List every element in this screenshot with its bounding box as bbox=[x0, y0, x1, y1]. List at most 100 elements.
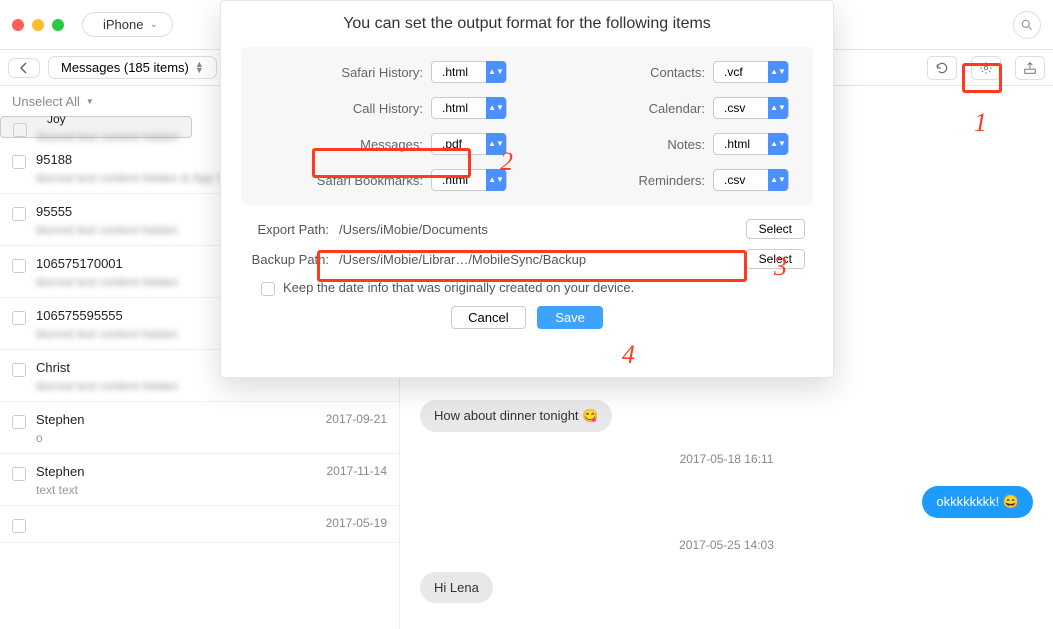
safari-bookmarks-select[interactable]: .html▲▼ bbox=[431, 169, 507, 191]
checkbox[interactable] bbox=[12, 207, 26, 221]
chevron-left-icon bbox=[19, 62, 29, 74]
checkbox[interactable] bbox=[12, 259, 26, 273]
backup-path-select[interactable]: Select bbox=[746, 249, 805, 269]
conv-snippet: text text bbox=[36, 483, 387, 497]
select-value: .html bbox=[714, 137, 768, 151]
notes-select[interactable]: .html▲▼ bbox=[713, 133, 789, 155]
checkbox[interactable] bbox=[13, 123, 27, 137]
conv-title: 95188 bbox=[36, 152, 72, 167]
conv-date: 2017-09-21 bbox=[326, 412, 387, 427]
field-label: Safari Bookmarks: bbox=[317, 173, 423, 188]
message-in: Hi Lena bbox=[420, 572, 493, 603]
device-selector[interactable]: iPhone ⌄ bbox=[82, 12, 173, 37]
list-item[interactable]: Stephen 2017-11-14 text text bbox=[0, 454, 399, 506]
modal-title: You can set the output format for the fo… bbox=[241, 15, 813, 33]
call-history-select[interactable]: .html▲▼ bbox=[431, 97, 507, 119]
up-down-icon: ▲▼ bbox=[486, 97, 506, 119]
select-value: .html bbox=[432, 65, 486, 79]
keep-date-label: Keep the date info that was originally c… bbox=[283, 280, 634, 295]
up-down-icon: ▲▼ bbox=[195, 62, 204, 73]
conv-date: 2017-11-14 bbox=[327, 464, 388, 479]
list-item[interactable]: 2017-05-19 bbox=[0, 506, 399, 543]
chevron-down-icon: ⌄ bbox=[149, 19, 157, 30]
minimize-window[interactable] bbox=[32, 19, 44, 31]
export-path-row: Export Path: /Users/iMobie/Documents Sel… bbox=[249, 219, 805, 239]
checkbox[interactable] bbox=[12, 415, 26, 429]
conv-date bbox=[125, 116, 179, 126]
conv-title: Christ bbox=[36, 360, 70, 375]
zoom-window[interactable] bbox=[52, 19, 64, 31]
safari-history-select[interactable]: .html▲▼ bbox=[431, 61, 507, 83]
up-down-icon: ▲▼ bbox=[486, 133, 506, 155]
field-label: Reminders: bbox=[639, 173, 705, 188]
up-down-icon: ▲▼ bbox=[486, 169, 506, 191]
message-out: okkkkkkkk! 😄 bbox=[922, 486, 1033, 518]
refresh-icon bbox=[935, 61, 949, 75]
window-controls bbox=[12, 19, 64, 31]
list-item[interactable]: Joy blurred text content hidden bbox=[0, 116, 192, 138]
save-button[interactable]: Save bbox=[537, 306, 603, 329]
close-window[interactable] bbox=[12, 19, 24, 31]
timestamp: 2017-05-18 16:11 bbox=[420, 452, 1033, 466]
search-button[interactable] bbox=[1013, 11, 1041, 39]
export-button[interactable] bbox=[1015, 56, 1045, 80]
path-label: Export Path: bbox=[249, 222, 329, 237]
settings-button[interactable] bbox=[971, 56, 1001, 80]
gear-icon bbox=[979, 61, 993, 75]
conv-title: Joy bbox=[37, 116, 91, 126]
export-icon bbox=[1023, 61, 1037, 75]
select-value: .csv bbox=[714, 173, 768, 187]
back-button[interactable] bbox=[8, 58, 40, 78]
export-path-value: /Users/iMobie/Documents bbox=[339, 222, 736, 237]
conv-title: 106575595555 bbox=[36, 308, 123, 323]
timestamp: 2017-05-25 14:03 bbox=[420, 538, 1033, 552]
format-grid: Safari History:.html▲▼ Contacts:.vcf▲▼ C… bbox=[241, 47, 813, 205]
dropdown-icon: ▼ bbox=[86, 97, 94, 106]
reminders-select[interactable]: .csv▲▼ bbox=[713, 169, 789, 191]
checkbox[interactable] bbox=[12, 155, 26, 169]
up-down-icon: ▲▼ bbox=[768, 169, 788, 191]
breadcrumb[interactable]: Messages (185 items) ▲▼ bbox=[48, 56, 217, 79]
checkbox[interactable] bbox=[12, 311, 26, 325]
calendar-select[interactable]: .csv▲▼ bbox=[713, 97, 789, 119]
up-down-icon: ▲▼ bbox=[768, 133, 788, 155]
up-down-icon: ▲▼ bbox=[486, 61, 506, 83]
field-label: Contacts: bbox=[650, 65, 705, 80]
message-in: How about dinner tonight 😋 bbox=[420, 400, 612, 432]
contacts-select[interactable]: .vcf▲▼ bbox=[713, 61, 789, 83]
select-value: .html bbox=[432, 173, 486, 187]
keep-date-checkbox[interactable] bbox=[261, 282, 275, 296]
conv-title: 95555 bbox=[36, 204, 72, 219]
unselect-all[interactable]: Unselect All bbox=[12, 94, 80, 109]
select-value: .html bbox=[432, 101, 486, 115]
device-name: iPhone bbox=[103, 17, 143, 32]
select-value: .pdf bbox=[432, 137, 486, 151]
path-label: Backup Path: bbox=[249, 252, 329, 267]
messages-select[interactable]: .pdf▲▼ bbox=[431, 133, 507, 155]
backup-path-row: Backup Path: /Users/iMobie/Librar…/Mobil… bbox=[249, 249, 805, 269]
conv-title: Stephen bbox=[36, 412, 84, 427]
field-label: Messages: bbox=[360, 137, 423, 152]
conv-snippet: o bbox=[36, 431, 387, 445]
up-down-icon: ▲▼ bbox=[768, 61, 788, 83]
field-label: Safari History: bbox=[341, 65, 423, 80]
refresh-button[interactable] bbox=[927, 56, 957, 80]
field-label: Call History: bbox=[353, 101, 423, 116]
select-value: .csv bbox=[714, 101, 768, 115]
checkbox[interactable] bbox=[12, 519, 26, 533]
conv-snippet: blurred text content hidden bbox=[37, 130, 179, 144]
cancel-button[interactable]: Cancel bbox=[451, 306, 525, 329]
conv-title: Stephen bbox=[36, 464, 84, 479]
backup-path-value: /Users/iMobie/Librar…/MobileSync/Backup bbox=[339, 252, 736, 267]
select-value: .vcf bbox=[714, 65, 768, 79]
checkbox[interactable] bbox=[12, 363, 26, 377]
search-icon bbox=[1020, 18, 1034, 32]
conv-title: 106575170001 bbox=[36, 256, 123, 271]
output-format-modal: You can set the output format for the fo… bbox=[220, 0, 834, 378]
field-label: Notes: bbox=[667, 137, 705, 152]
conv-date: 2017-05-19 bbox=[326, 516, 387, 530]
export-path-select[interactable]: Select bbox=[746, 219, 805, 239]
list-item[interactable]: Stephen 2017-09-21 o bbox=[0, 402, 399, 454]
checkbox[interactable] bbox=[12, 467, 26, 481]
up-down-icon: ▲▼ bbox=[768, 97, 788, 119]
